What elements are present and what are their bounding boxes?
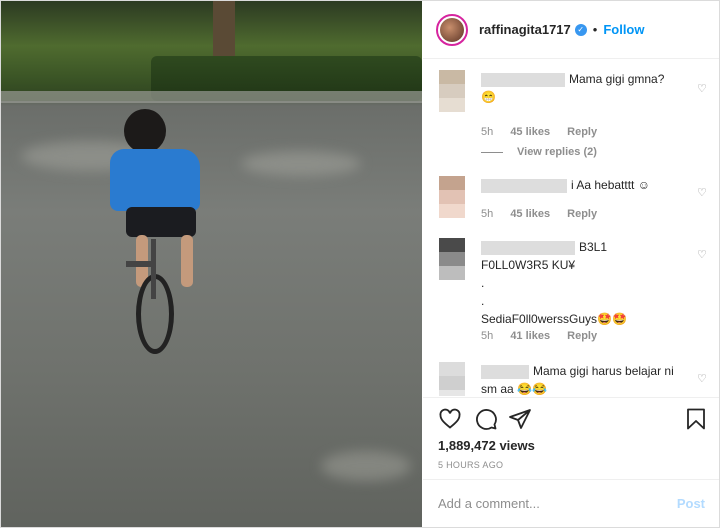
comment-item: Mama gigi gmna? 😁 ♡ 5h 45 likes Reply xyxy=(439,70,709,140)
comment-text-line: . xyxy=(481,276,485,290)
view-count[interactable]: 1,889,472 views xyxy=(438,438,535,453)
comment-icon[interactable] xyxy=(474,407,498,431)
post-header: raffinagita1717 ✓ • Follow xyxy=(423,1,719,59)
comment-avatar[interactable] xyxy=(439,238,465,282)
child-on-bicycle xyxy=(106,109,216,359)
sunlight-patch xyxy=(321,451,411,481)
post-comment-button[interactable]: Post xyxy=(677,496,705,511)
comment-text-line: F0LL0W3R5 KU¥ xyxy=(481,258,576,272)
verified-badge-icon: ✓ xyxy=(574,23,587,36)
comment-likes[interactable]: 45 likes xyxy=(510,208,550,220)
follow-button[interactable]: Follow xyxy=(603,22,644,37)
redacted-username xyxy=(481,72,565,87)
like-comment-heart-icon[interactable]: ♡ xyxy=(697,186,707,199)
blue-shirt xyxy=(110,149,200,211)
comment-text-line: . xyxy=(481,294,485,308)
comment-emoji: 😁 xyxy=(481,90,496,104)
comment-time: 5h xyxy=(481,126,494,138)
redacted-username xyxy=(481,178,567,193)
comment-text: i Aa hebatttt ☺ xyxy=(571,178,650,192)
comment-time: 5h xyxy=(481,208,494,220)
bike-frame xyxy=(151,239,156,299)
add-comment-input[interactable] xyxy=(438,496,677,511)
like-comment-heart-icon[interactable]: ♡ xyxy=(697,248,707,261)
comment-avatar[interactable] xyxy=(439,70,465,114)
like-comment-heart-icon[interactable]: ♡ xyxy=(697,82,707,95)
comment-text-line: B3L1 xyxy=(579,240,608,254)
road-curb xyxy=(1,91,422,103)
redacted-username xyxy=(481,364,529,379)
comment-likes[interactable]: 41 likes xyxy=(510,330,550,342)
sunlight-patch xyxy=(241,151,361,176)
avatar-image xyxy=(440,17,464,42)
reply-button[interactable]: Reply xyxy=(567,330,597,342)
heart-icon[interactable] xyxy=(438,407,462,431)
bike-basket xyxy=(126,261,156,267)
separator-dot: • xyxy=(592,22,598,37)
author-username[interactable]: raffinagita1717 xyxy=(479,22,571,37)
replies-line xyxy=(481,151,503,153)
comment-item: B3L1 F0LL0W3R5 KU¥ . . SediaF0ll0werssGu… xyxy=(439,238,709,348)
view-replies-label: View replies (2) xyxy=(517,146,597,158)
bookmark-icon[interactable] xyxy=(684,407,708,431)
comment-item: Mama gigi harus belajar ni sm aa 😂😂 ♡ xyxy=(439,362,709,396)
comments-list[interactable]: Mama gigi gmna? 😁 ♡ 5h 45 likes Reply Vi… xyxy=(423,60,719,396)
view-replies-button[interactable]: View replies (2) xyxy=(481,146,597,158)
comment-item: i Aa hebatttt ☺ ♡ 5h 45 likes Reply xyxy=(439,176,709,236)
add-comment-bar: Post xyxy=(423,479,719,527)
child-leg xyxy=(181,235,193,287)
post-video[interactable] xyxy=(1,1,422,527)
black-shorts xyxy=(126,207,196,237)
author-avatar[interactable] xyxy=(436,13,468,46)
comment-text-line: SediaF0ll0werssGuys🤩🤩 xyxy=(481,312,627,326)
tree-trunk xyxy=(213,1,235,56)
child-head xyxy=(124,109,166,153)
comment-avatar[interactable] xyxy=(439,362,465,396)
post-actions: 1,889,472 views 5 HOURS AGO xyxy=(423,397,719,477)
share-icon[interactable] xyxy=(508,407,532,431)
redacted-username xyxy=(481,240,575,255)
reply-button[interactable]: Reply xyxy=(567,208,597,220)
like-comment-heart-icon[interactable]: ♡ xyxy=(697,372,707,385)
comment-time: 5h xyxy=(481,330,494,342)
comment-text: Mama gigi gmna? xyxy=(569,72,665,86)
reply-button[interactable]: Reply xyxy=(567,126,597,138)
post-timestamp[interactable]: 5 HOURS AGO xyxy=(438,460,503,470)
comment-avatar[interactable] xyxy=(439,176,465,220)
comment-likes[interactable]: 45 likes xyxy=(510,126,550,138)
